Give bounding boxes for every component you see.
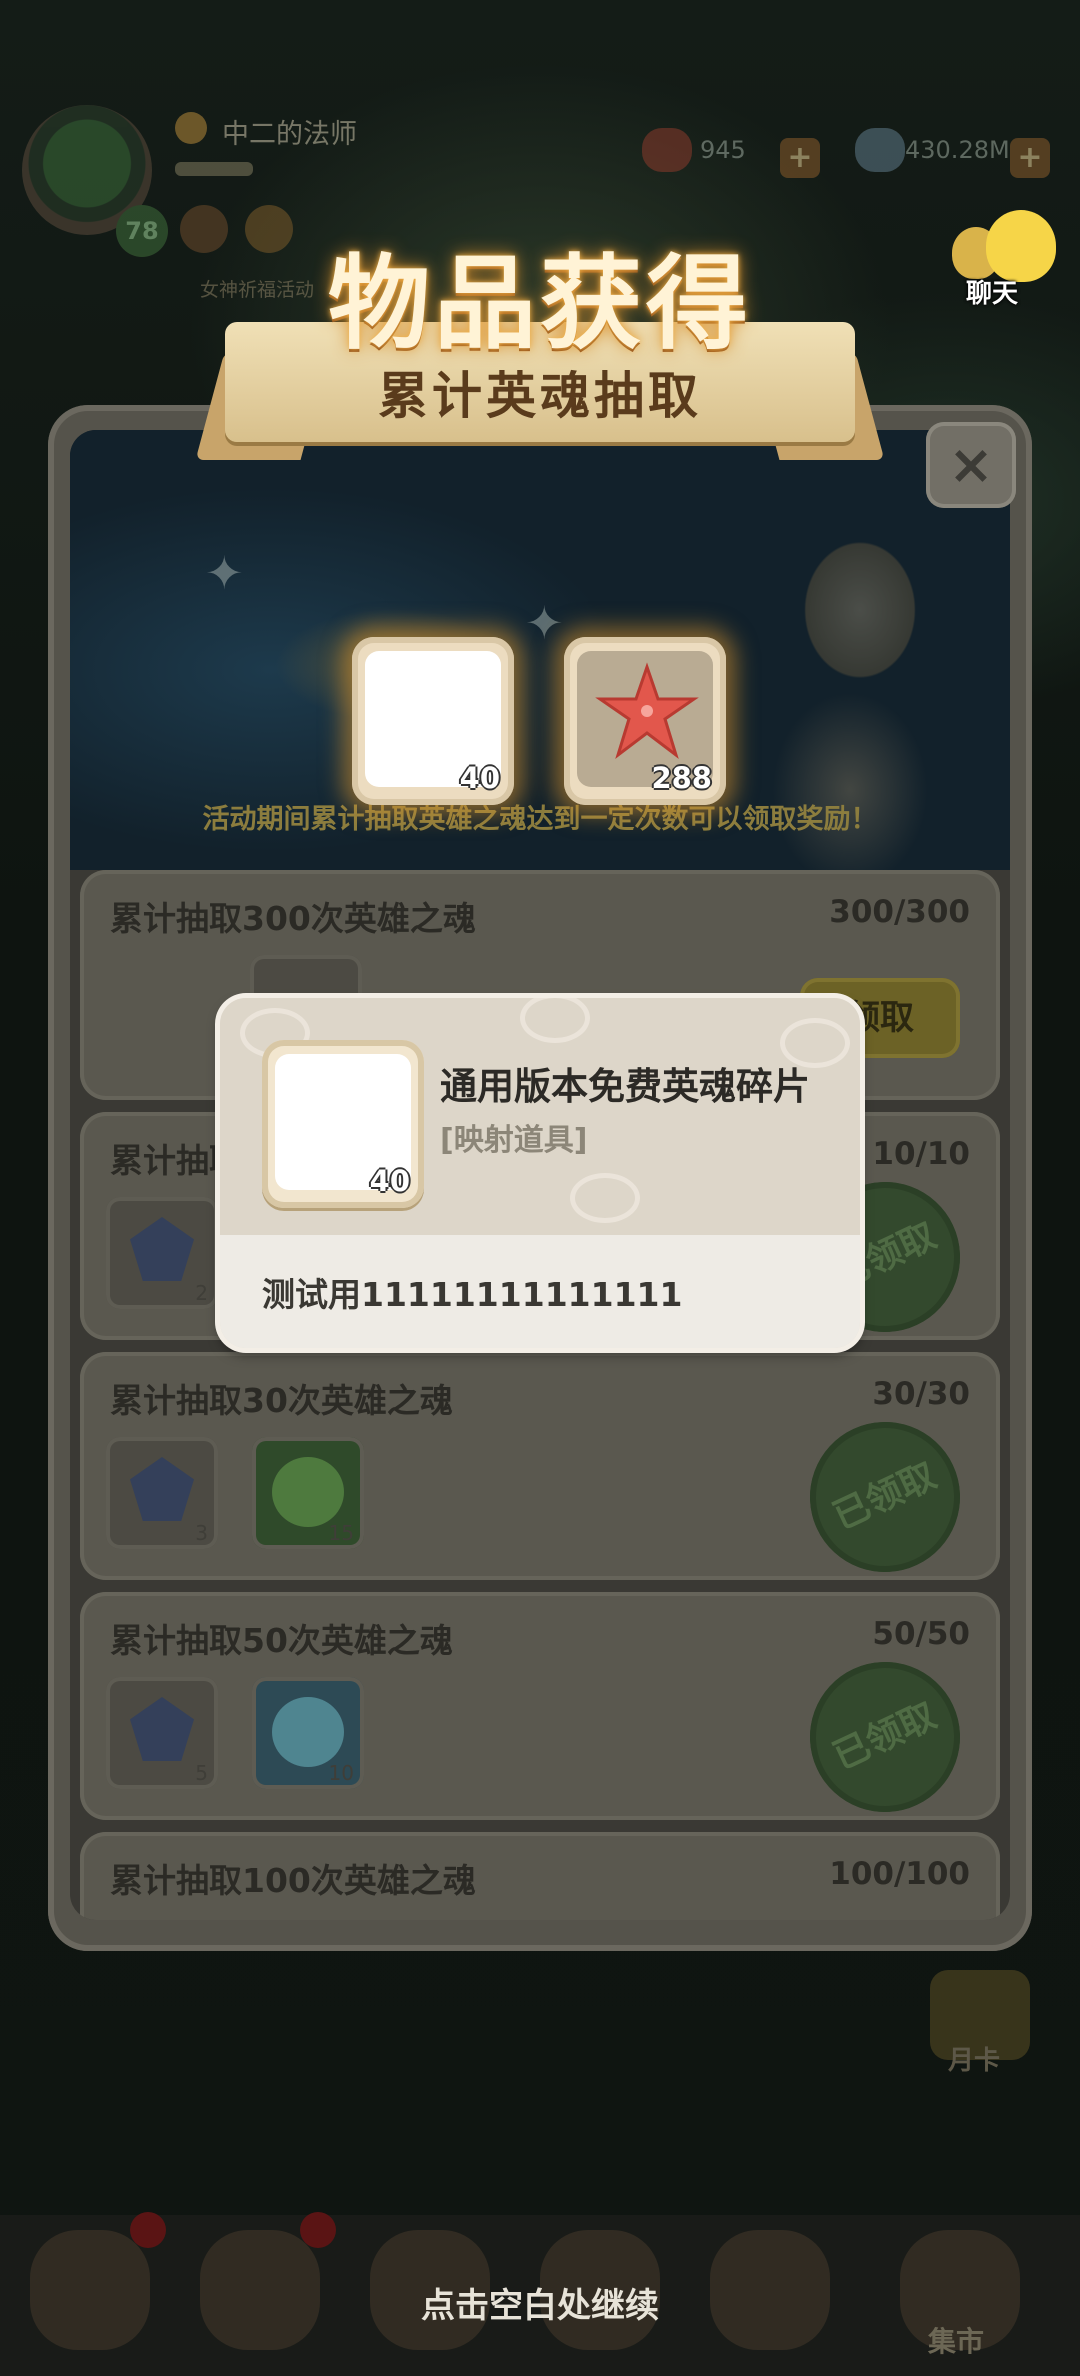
item-count: 5 (195, 1761, 208, 1785)
notification-dot (300, 2212, 336, 2248)
item-count: 288 (651, 761, 712, 795)
reward-row-50: 累计抽取50次英雄之魂 50/50 5 10 已领取 (80, 1592, 1000, 1837)
hero-soul-gem-icon (130, 1457, 194, 1521)
row-progress: 10/10 (872, 1136, 970, 1172)
claimed-stamp: 已领取 (785, 1637, 985, 1837)
hero-soul-gem-icon (130, 1217, 194, 1281)
reward-item[interactable]: 15 (252, 1437, 364, 1549)
row-progress: 300/300 (829, 894, 970, 930)
item-description: 测试用11111111111111 (262, 1275, 683, 1314)
row-progress: 50/50 (872, 1616, 970, 1652)
diamond-icon (855, 128, 905, 172)
item-count: 40 (369, 1164, 410, 1198)
monthly-card-label: 月卡 (948, 2046, 1001, 2076)
item-count: 3 (195, 1521, 208, 1545)
add-diamonds-button[interactable]: + (1010, 138, 1050, 178)
diamond-count: 430.28M (905, 136, 1010, 164)
event-description: 活动期间累计抽取英雄之魂达到一定次数可以领取奖励！ (202, 804, 878, 835)
row-progress: 100/100 (829, 1856, 970, 1892)
item-count: 40 (459, 761, 500, 795)
tooltip-item-icon: 40 (262, 1040, 424, 1208)
obtained-item-fragment[interactable]: 40 (352, 637, 514, 805)
exp-bar (175, 162, 253, 176)
item-type: [映射道具] (440, 1123, 588, 1158)
reward-item[interactable]: 5 (106, 1677, 218, 1789)
row-progress: 30/30 (872, 1376, 970, 1412)
row-title: 累计抽取100次英雄之魂 (110, 1861, 476, 1900)
starfish-icon (595, 662, 699, 759)
add-coins-button[interactable]: + (780, 138, 820, 178)
obtained-item-starfish[interactable]: 288 (564, 637, 726, 805)
event-banner: ✦ ✦ 活动期间累计抽取英雄之魂达到一定次数可以领取奖励！ (70, 430, 1010, 870)
sparkle-icon: ✦ (205, 546, 244, 600)
row-title: 累计抽取50次英雄之魂 (110, 1621, 453, 1660)
notification-dot (130, 2212, 166, 2248)
item-tooltip: 40 通用版本免费英魂碎片 [映射道具] 测试用11111111111111 (220, 998, 860, 1348)
reward-row-30: 累计抽取30次英雄之魂 30/30 3 15 已领取 (80, 1352, 1000, 1597)
player-name: 中二的法师 (222, 119, 357, 150)
reward-item[interactable]: 3 (106, 1437, 218, 1549)
reward-row-100: 累计抽取100次英雄之魂 100/100 (80, 1832, 1000, 1920)
popup-subtitle: 累计英魂抽取 (378, 367, 702, 425)
top-hud: 78 中二的法师 945 + 430.28M + (0, 0, 1080, 260)
hero-soul-gem-icon (130, 1697, 194, 1761)
popup-title: 物品获得 (328, 244, 752, 364)
sparkle-icon: ✦ (525, 596, 564, 650)
continue-hint[interactable]: 点击空白处继续 (0, 2278, 1080, 2327)
green-potion-icon (272, 1457, 344, 1527)
item-count: 2 (195, 1281, 208, 1305)
coin-icon (642, 128, 692, 172)
item-name: 通用版本免费英魂碎片 (440, 1065, 810, 1108)
claimed-stamp: 已领取 (785, 1397, 985, 1597)
reward-item[interactable]: 10 (252, 1677, 364, 1789)
row-title: 累计抽取300次英雄之魂 (110, 899, 476, 938)
vip-icon (175, 112, 207, 144)
blue-potion-icon (272, 1697, 344, 1767)
swirl-decoration (570, 1173, 640, 1223)
item-count: 15 (328, 1521, 354, 1545)
row-title: 累计抽取30次英雄之魂 (110, 1381, 453, 1420)
item-count: 10 (328, 1761, 354, 1785)
reward-item[interactable]: 2 (106, 1197, 218, 1309)
coin-count: 945 (700, 136, 746, 164)
close-button[interactable]: × (926, 422, 1016, 508)
